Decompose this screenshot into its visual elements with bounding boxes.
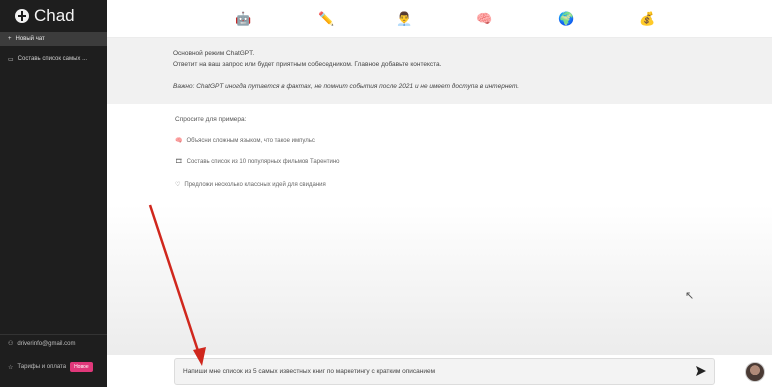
user-avatar[interactable] — [745, 362, 765, 382]
new-chat-button[interactable]: + Новый чат — [0, 32, 107, 46]
example-text: Составь список из 10 популярных фильмов … — [186, 158, 340, 165]
chad-logo-icon — [15, 9, 29, 23]
globe-mode-icon[interactable]: 🌍 — [558, 12, 574, 26]
example-prompt[interactable]: 🎞 Составь список из 10 популярных фильмо… — [175, 158, 340, 166]
account-email: driverinfo@gmail.com — [17, 340, 76, 347]
mode-info-panel: Основной режим ChatGPT. Ответит на ваш з… — [107, 38, 772, 104]
brain-mode-icon[interactable]: 🧠 — [476, 12, 492, 26]
message-input-bar[interactable]: Напиши мне список из 5 самых известных к… — [174, 358, 715, 385]
film-icon: 🎞 — [175, 159, 183, 165]
person-mode-icon[interactable]: 👨‍💼 — [396, 12, 412, 26]
plus-icon: + — [8, 36, 12, 42]
user-icon: ⚇ — [8, 341, 14, 347]
chat-bubble-icon: ▭ — [8, 56, 14, 63]
plans-label: Тарифы и оплата — [17, 364, 67, 370]
heart-icon: ♡ — [175, 182, 181, 188]
new-chat-label: Новый чат — [15, 36, 45, 42]
message-input[interactable]: Напиши мне список из 5 самых известных к… — [183, 368, 435, 375]
chat-history-label: Составь список самых ... — [17, 56, 88, 62]
money-bag-mode-icon[interactable]: 💰 — [639, 12, 655, 26]
star-icon: ☆ — [8, 364, 14, 371]
sidebar: Chad + Новый чат ▭ Составь список самых … — [0, 0, 107, 387]
sidebar-divider — [0, 334, 107, 335]
examples-heading: Спросите для примера: — [175, 116, 247, 123]
app-name: Chad — [34, 6, 75, 25]
chat-history-item[interactable]: ▭ Составь список самых ... — [0, 52, 107, 66]
plans-link[interactable]: ☆ Тарифы и оплата Новое — [8, 362, 93, 372]
mode-title: Основной режим ChatGPT. — [173, 50, 255, 57]
pencil-mode-icon[interactable]: ✏️ — [318, 12, 334, 26]
send-icon[interactable] — [696, 366, 706, 376]
new-badge: Новое — [70, 362, 93, 372]
robot-mode-icon[interactable]: 🤖 — [235, 12, 251, 26]
example-prompts: Спросите для примера: 🧠 Объясни сложным … — [175, 116, 339, 188]
background-gradient — [107, 205, 772, 355]
main-area: 🤖 ✏️ 👨‍💼 🧠 🌍 💰 Основной режим ChatGPT. О… — [107, 0, 772, 387]
app-logo[interactable]: Chad — [15, 6, 75, 26]
warning-text: Важно: ChatGPT иногда путается в фактах,… — [173, 83, 520, 90]
mouse-cursor-icon: ↖ — [685, 290, 695, 302]
example-text: Объясни сложным языком, что такое импуль… — [186, 137, 315, 144]
example-prompt[interactable]: 🧠 Объясни сложным языком, что такое импу… — [175, 137, 315, 145]
mode-description: Ответит на ваш запрос или будет приятным… — [173, 61, 442, 68]
mode-selector: 🤖 ✏️ 👨‍💼 🧠 🌍 💰 — [107, 0, 772, 38]
account-email-row[interactable]: ⚇ driverinfo@gmail.com — [8, 340, 76, 348]
example-prompt[interactable]: ♡ Предложи несколько классных идей для с… — [175, 181, 326, 189]
example-text: Предложи несколько классных идей для сви… — [184, 181, 326, 188]
brain-icon: 🧠 — [175, 138, 183, 144]
